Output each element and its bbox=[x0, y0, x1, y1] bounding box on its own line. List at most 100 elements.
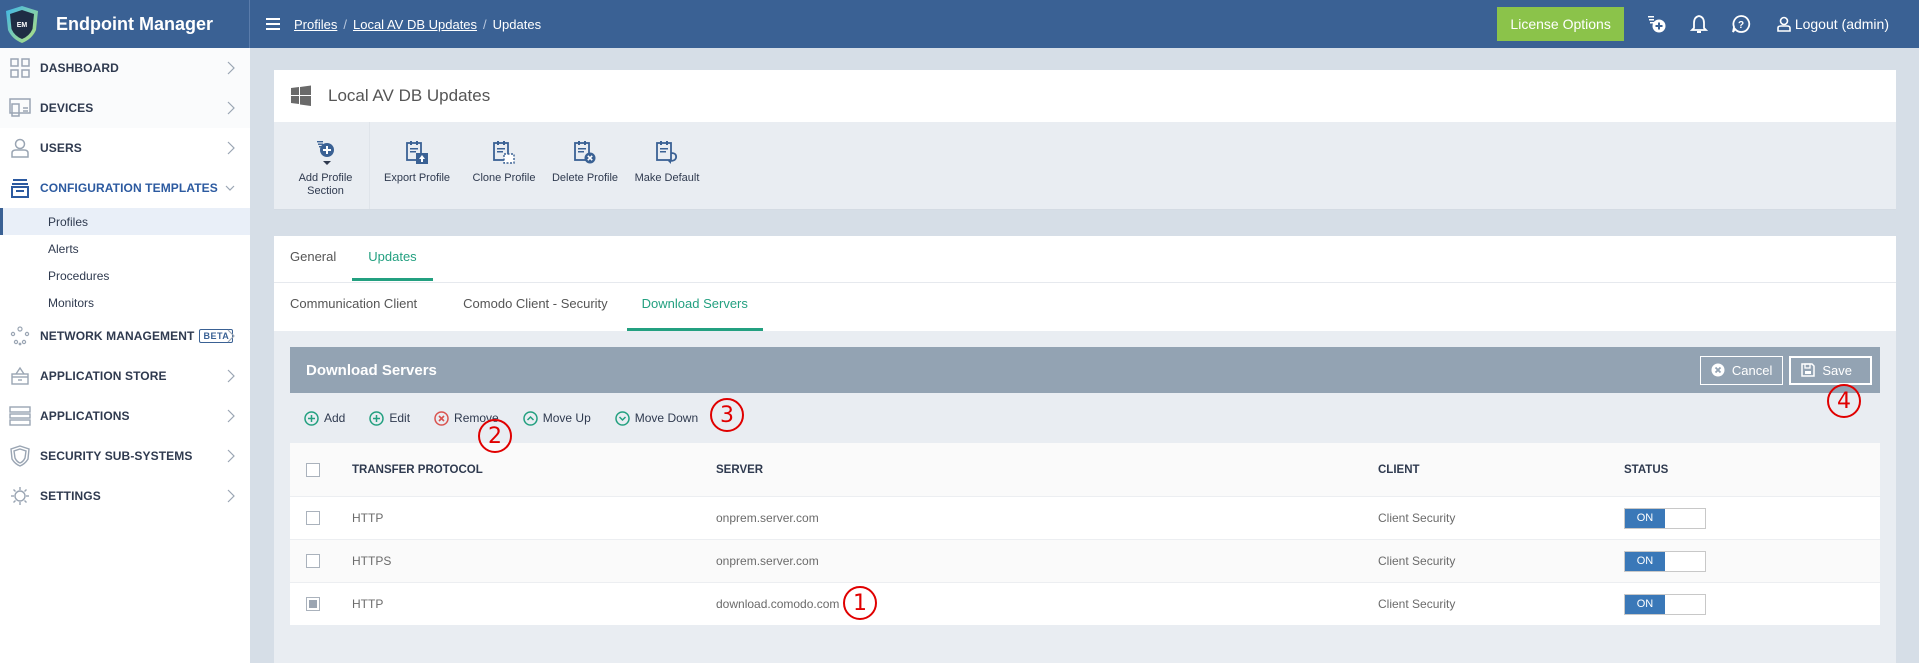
bell-icon[interactable] bbox=[1688, 13, 1710, 35]
edit-button[interactable]: Edit bbox=[369, 410, 410, 426]
sidebar-item-application-store[interactable]: APPLICATION STORE bbox=[0, 356, 250, 396]
dashboard-icon bbox=[9, 57, 31, 79]
row-checkbox[interactable] bbox=[306, 511, 320, 525]
chevron-right-icon bbox=[227, 61, 235, 75]
chevron-up-circle-icon bbox=[522, 410, 538, 426]
profile-toolbar: Add Profile Section Export Profile Clone… bbox=[274, 122, 1896, 210]
action-bar: Add Edit Remove Move Up Move Down bbox=[290, 393, 1880, 443]
svg-text:?: ? bbox=[1738, 20, 1744, 31]
sidebar-item-security-sub-systems[interactable]: SECURITY SUB-SYSTEMS bbox=[0, 436, 250, 476]
export-icon bbox=[406, 141, 428, 164]
tab-updates[interactable]: Updates bbox=[352, 236, 434, 282]
column-header-transfer-protocol[interactable]: TRANSFER PROTOCOL bbox=[352, 464, 716, 476]
client-cell: Client Security bbox=[1378, 554, 1456, 568]
save-icon bbox=[1801, 363, 1816, 377]
add-profile-section-button[interactable]: Add Profile Section bbox=[282, 122, 370, 209]
app-title: Endpoint Manager bbox=[56, 13, 213, 34]
menu-toggle-button[interactable] bbox=[266, 18, 280, 30]
make-default-icon bbox=[656, 141, 678, 164]
save-button[interactable]: Save bbox=[1789, 355, 1872, 385]
status-toggle[interactable]: ON bbox=[1624, 593, 1706, 615]
server-cell: onprem.server.com bbox=[716, 511, 819, 525]
sidebar-subitem-monitors[interactable]: Monitors bbox=[0, 289, 250, 316]
row-checkbox[interactable] bbox=[306, 554, 320, 568]
column-header-client[interactable]: CLIENT bbox=[1378, 464, 1624, 476]
subtab-comodo-client-security[interactable]: Comodo Client - Security bbox=[448, 283, 623, 331]
devices-icon bbox=[9, 97, 31, 119]
subtab-download-servers[interactable]: Download Servers bbox=[626, 283, 764, 331]
network-icon bbox=[9, 325, 31, 347]
table-row[interactable]: HTTP onprem.server.com Client Security O… bbox=[290, 496, 1880, 539]
column-header-server[interactable]: SERVER bbox=[716, 464, 1378, 476]
help-icon[interactable]: ? bbox=[1730, 13, 1752, 35]
status-toggle[interactable]: ON bbox=[1624, 550, 1706, 572]
column-header-status[interactable]: STATUS bbox=[1624, 464, 1880, 476]
client-cell: Client Security bbox=[1378, 597, 1456, 611]
sidebar-subitem-procedures[interactable]: Procedures bbox=[0, 262, 250, 289]
sidebar-item-settings[interactable]: SETTINGS bbox=[0, 476, 250, 516]
brand: EM Endpoint Manager bbox=[0, 0, 250, 48]
clone-icon bbox=[493, 141, 515, 164]
row-checkbox[interactable] bbox=[306, 597, 320, 611]
chevron-down-circle-icon bbox=[615, 410, 630, 426]
remove-circle-icon bbox=[434, 410, 449, 426]
sidebar-item-dashboard[interactable]: DASHBOARD bbox=[0, 48, 250, 88]
user-icon bbox=[1777, 16, 1791, 32]
add-button[interactable]: Add bbox=[304, 410, 345, 426]
profile-header: Local AV DB Updates bbox=[274, 70, 1896, 122]
breadcrumb-profiles[interactable]: Profiles bbox=[294, 17, 337, 32]
table-row[interactable]: HTTP download.comodo.com Client Security… bbox=[290, 582, 1880, 625]
tabs-card: General Updates Communication Client Com… bbox=[274, 236, 1896, 663]
protocol-cell: HTTP bbox=[352, 511, 384, 525]
chevron-right-icon bbox=[227, 101, 235, 115]
tab-general[interactable]: General bbox=[290, 236, 352, 282]
annotation-marker-4: 4 bbox=[1827, 384, 1861, 418]
shield-icon bbox=[9, 445, 31, 467]
configuration-icon bbox=[9, 177, 31, 199]
svg-text:EM: EM bbox=[17, 22, 28, 29]
sidebar-item-users[interactable]: USERS bbox=[0, 128, 250, 168]
breadcrumb-local-av-db-updates[interactable]: Local AV DB Updates bbox=[353, 17, 477, 32]
plus-circle-icon bbox=[369, 410, 385, 426]
sidebar-item-network-management[interactable]: NETWORK MANAGEMENT BETA bbox=[0, 316, 250, 356]
section-title: Download Servers bbox=[306, 361, 437, 379]
clone-profile-button[interactable]: Clone Profile bbox=[464, 122, 544, 209]
delete-icon bbox=[574, 141, 596, 164]
annotation-marker-2: 2 bbox=[478, 419, 512, 453]
move-down-button[interactable]: Move Down bbox=[615, 410, 698, 426]
chevron-right-icon bbox=[227, 409, 235, 423]
export-profile-button[interactable]: Export Profile bbox=[370, 122, 464, 209]
table-header: TRANSFER PROTOCOL SERVER CLIENT STATUS bbox=[290, 443, 1880, 496]
make-default-button[interactable]: Make Default bbox=[626, 122, 708, 209]
user-icon bbox=[9, 137, 31, 159]
status-toggle[interactable]: ON bbox=[1624, 507, 1706, 529]
sidebar-item-devices[interactable]: DEVICES bbox=[0, 88, 250, 128]
sidebar-subitem-alerts[interactable]: Alerts bbox=[0, 235, 250, 262]
subtab-communication-client[interactable]: Communication Client bbox=[290, 283, 432, 331]
protocol-cell: HTTP bbox=[352, 597, 384, 611]
select-all-checkbox[interactable] bbox=[306, 462, 320, 477]
windows-icon bbox=[291, 85, 311, 106]
sidebar-subitem-profiles[interactable]: Profiles bbox=[0, 208, 250, 235]
add-profile-icon[interactable] bbox=[1646, 13, 1668, 35]
chevron-right-icon bbox=[227, 329, 235, 343]
move-up-button[interactable]: Move Up bbox=[522, 410, 591, 426]
client-cell: Client Security bbox=[1378, 511, 1456, 525]
chevron-right-icon bbox=[227, 449, 235, 463]
sidebar-item-configuration-templates[interactable]: CONFIGURATION TEMPLATES bbox=[0, 168, 250, 208]
breadcrumb-current: Updates bbox=[492, 16, 542, 32]
sidebar-item-applications[interactable]: APPLICATIONS bbox=[0, 396, 250, 436]
sub-tabs: Communication Client Comodo Client - Sec… bbox=[274, 283, 1896, 331]
sidebar: DASHBOARD DEVICES USERS CONFIGURATION TE… bbox=[0, 48, 250, 663]
table-row[interactable]: HTTPS onprem.server.com Client Security … bbox=[290, 539, 1880, 582]
annotation-marker-1: 1 bbox=[843, 586, 877, 620]
cancel-button[interactable]: Cancel bbox=[1699, 355, 1784, 385]
chevron-down-icon bbox=[225, 185, 235, 191]
delete-profile-button[interactable]: Delete Profile bbox=[544, 122, 626, 209]
profile-title: Local AV DB Updates bbox=[328, 86, 491, 105]
main-content: Local AV DB Updates Add Profile Section … bbox=[274, 70, 1896, 663]
license-options-button[interactable]: License Options bbox=[1497, 7, 1624, 41]
plus-circle-icon bbox=[304, 410, 319, 426]
logout-button[interactable]: Logout (admin) bbox=[1776, 16, 1889, 32]
breadcrumb: Profiles / Local AV DB Updates / Updates bbox=[294, 17, 541, 32]
